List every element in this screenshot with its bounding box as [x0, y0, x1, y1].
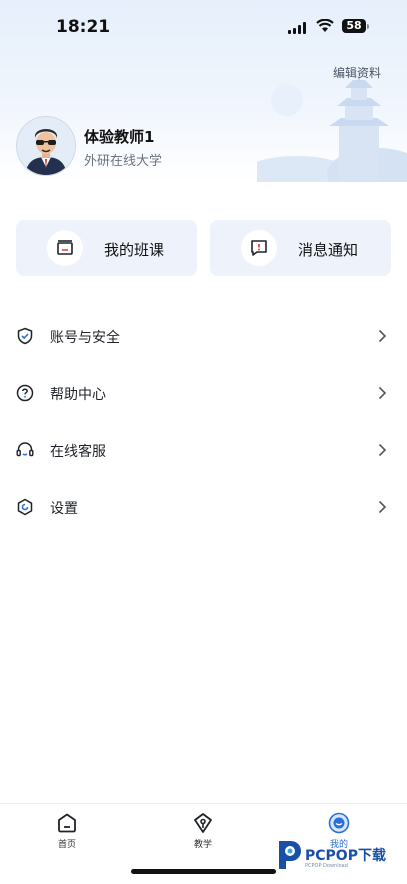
avatar[interactable] [16, 116, 76, 176]
menu-item-online-service[interactable]: 在线客服 [0, 422, 407, 478]
status-time: 18:21 [56, 17, 111, 37]
class-icon [57, 240, 73, 255]
menu-item-account-security[interactable]: 账号与安全 [0, 308, 407, 364]
watermark: PCPOP下载 PCPOP Download [275, 837, 403, 873]
signal-icon [288, 22, 306, 34]
shield-icon [17, 327, 33, 345]
chevron-right-icon [378, 500, 387, 514]
tab-label: 教学 [193, 840, 212, 850]
settings-icon [17, 498, 33, 516]
menu-label: 设置 [50, 501, 78, 517]
chevron-right-icon [378, 443, 387, 457]
card-icon-wrap [241, 230, 277, 266]
user-name: 体验教师1 [84, 128, 155, 146]
menu-label: 帮助中心 [50, 387, 106, 403]
watermark-text: PCPOP下载 [305, 848, 386, 864]
menu-label: 账号与安全 [50, 330, 120, 346]
status-bar: 18:21 58 [0, 0, 407, 54]
home-indicator [131, 869, 276, 874]
pagoda-illustration [257, 72, 407, 182]
battery-icon: 58 [342, 19, 366, 33]
tab-label: 首页 [57, 840, 76, 850]
tab-teaching[interactable]: 教学 [163, 812, 243, 862]
card-icon-wrap [47, 230, 83, 266]
message-icon [251, 240, 267, 256]
org-name: 外研在线大学 [84, 154, 163, 169]
home-icon [58, 813, 76, 833]
messages-card[interactable]: 消息通知 [210, 220, 391, 276]
profile-icon [328, 812, 350, 834]
help-icon [16, 384, 34, 402]
teach-icon [194, 813, 212, 833]
my-classes-card[interactable]: 我的班课 [16, 220, 197, 276]
menu-item-help-center[interactable]: 帮助中心 [0, 365, 407, 421]
menu-label: 在线客服 [50, 444, 106, 460]
edit-profile-link[interactable]: 编辑资料 [333, 64, 381, 81]
watermark-subtext: PCPOP Download [305, 863, 348, 869]
headset-icon [16, 442, 34, 457]
watermark-logo-icon [279, 841, 301, 869]
chevron-right-icon [378, 329, 387, 343]
tab-home[interactable]: 首页 [27, 812, 107, 862]
avatar-illustration [17, 117, 75, 175]
my-classes-label: 我的班课 [104, 241, 165, 259]
menu-item-settings[interactable]: 设置 [0, 479, 407, 535]
chevron-right-icon [378, 386, 387, 400]
battery-tip [367, 24, 369, 29]
wifi-icon [316, 19, 334, 32]
messages-label: 消息通知 [298, 241, 359, 259]
